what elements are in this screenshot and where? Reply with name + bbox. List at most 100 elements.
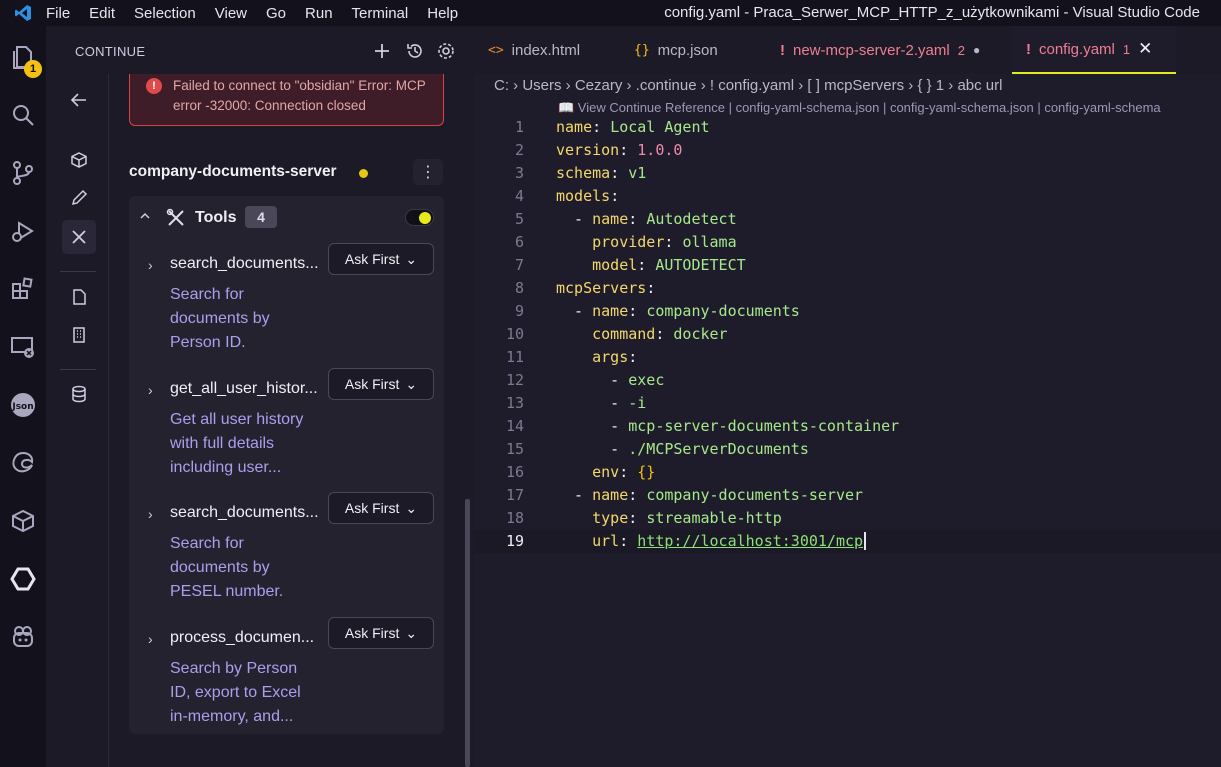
code-line: 7 model: AUTODETECT	[474, 254, 1221, 277]
activity-bar: 1 Json	[0, 26, 46, 767]
collapse-chevron-icon[interactable]	[139, 209, 151, 227]
yaml-value: exec	[628, 371, 665, 389]
line-number: 5	[514, 210, 524, 228]
menu-file[interactable]: File	[46, 5, 70, 22]
ask-first-dropdown[interactable]: Ask First ⌄	[328, 368, 434, 400]
menu-view[interactable]: View	[215, 5, 247, 22]
editor-tabs: <> index.html {} mcp.json ! new-mcp-server-…	[474, 26, 1221, 74]
yaml-key: args	[592, 348, 629, 366]
tool-item[interactable]: › search_documents... Ask First ⌄ Search …	[129, 243, 444, 375]
schema-reference-link[interactable]: 📖 View Continue Reference | config-yaml-…	[558, 100, 1161, 116]
new-session-icon[interactable]	[372, 41, 392, 61]
database-icon[interactable]	[62, 377, 96, 411]
code-line: 17 - name: company-documents-server	[474, 484, 1221, 507]
settings-gear-icon[interactable]	[436, 41, 456, 61]
menu-edit[interactable]: Edit	[89, 5, 115, 22]
yaml-key: command	[592, 325, 656, 343]
search-icon[interactable]	[6, 98, 40, 132]
line-number: 6	[514, 233, 524, 251]
building-icon[interactable]	[62, 318, 96, 352]
tool-item[interactable]: › process_documen... Ask First ⌄ Search b…	[129, 617, 444, 749]
copilot-icon[interactable]	[6, 620, 40, 654]
edge-icon[interactable]	[6, 446, 40, 480]
indent: -	[556, 440, 629, 458]
ask-first-label: Ask First	[344, 251, 400, 267]
models-cube-icon[interactable]	[62, 143, 96, 177]
run-debug-icon[interactable]	[6, 214, 40, 248]
remote-explorer-icon[interactable]	[6, 330, 40, 364]
json-icon[interactable]: Json	[6, 388, 40, 422]
tool-item[interactable]: › get_all_user_histor... Ask First ⌄ Get …	[129, 368, 444, 500]
warning-file-icon: !	[780, 41, 785, 59]
panel-title: CONTINUE	[75, 44, 146, 59]
yaml-value: docker	[673, 325, 728, 343]
document-icon[interactable]	[62, 280, 96, 314]
url-link[interactable]: http://localhost:3001/mcp	[637, 532, 863, 550]
tools-toggle[interactable]	[405, 209, 434, 226]
panel-scrollbar[interactable]	[465, 499, 470, 767]
menu-selection[interactable]: Selection	[134, 5, 196, 22]
yaml-value: AUTODETECT	[655, 256, 746, 274]
continue-panel: CONTINUE ! Failed to connect to "obsidia…	[46, 26, 474, 767]
code-line: 13 - -i	[474, 392, 1221, 415]
tool-item[interactable]: › search_documents... Ask First ⌄ Search …	[129, 492, 444, 624]
menu-terminal[interactable]: Terminal	[352, 5, 409, 22]
tools-wrench-icon[interactable]	[62, 220, 96, 254]
expand-chevron-icon[interactable]: ›	[148, 506, 153, 522]
yaml-value: ollama	[682, 233, 737, 251]
expand-chevron-icon[interactable]: ›	[148, 631, 153, 647]
continue-icon[interactable]	[6, 562, 40, 596]
breadcrumb[interactable]: C: › Users › Cezary › .continue › ! conf…	[494, 77, 1002, 94]
menu-go[interactable]: Go	[266, 5, 286, 22]
code-editor[interactable]: 1 name: Local Agent 2 version: 1.0.0 3 sche…	[474, 116, 1221, 553]
line-number: 3	[514, 164, 524, 182]
code-line: 16 env: {}	[474, 461, 1221, 484]
tool-name: search_documents...	[170, 504, 319, 521]
text-cursor	[864, 532, 867, 550]
ask-first-dropdown[interactable]: Ask First ⌄	[328, 617, 434, 649]
expand-chevron-icon[interactable]: ›	[148, 382, 153, 398]
panel-content: ! Failed to connect to "obsidian" Error:…	[109, 74, 474, 767]
code-line: 3 schema: v1	[474, 162, 1221, 185]
tab-new-mcp-server-2[interactable]: ! new-mcp-server-2.yaml 2 ●	[766, 26, 1012, 74]
history-icon[interactable]	[405, 41, 425, 61]
tab-config-yaml[interactable]: ! config.yaml 1 ✕	[1012, 26, 1176, 74]
extensions-icon[interactable]	[6, 272, 40, 306]
expand-chevron-icon[interactable]: ›	[148, 257, 153, 273]
line-number: 14	[505, 417, 524, 435]
close-icon[interactable]: ✕	[1138, 39, 1152, 59]
ask-first-dropdown[interactable]: Ask First ⌄	[328, 243, 434, 275]
editor-area: <> index.html {} mcp.json ! new-mcp-server-…	[474, 26, 1221, 767]
yaml-value: v1	[628, 164, 647, 182]
yaml-key: type	[592, 509, 629, 527]
line-number: 8	[514, 279, 524, 297]
container-icon[interactable]	[6, 504, 40, 538]
warning-file-icon: !	[1026, 40, 1031, 58]
back-arrow-icon[interactable]	[62, 83, 96, 117]
pencil-icon[interactable]	[62, 181, 96, 215]
tool-name: process_documen...	[170, 629, 315, 646]
source-control-icon[interactable]	[6, 156, 40, 190]
menu-bar: File Edit Selection View Go Run Terminal Help	[46, 5, 477, 22]
yaml-key: schema	[556, 164, 611, 182]
more-options-icon[interactable]: ⋮	[413, 159, 443, 185]
line-number: 1	[514, 118, 524, 136]
tab-index-html[interactable]: <> index.html	[474, 26, 620, 74]
ask-first-label: Ask First	[344, 376, 400, 392]
ask-first-dropdown[interactable]: Ask First ⌄	[328, 492, 434, 524]
tools-header[interactable]: Tools 4	[129, 196, 444, 240]
yaml-value: company-documents	[646, 302, 800, 320]
vscode-logo-icon	[0, 4, 46, 22]
ask-first-label: Ask First	[344, 500, 400, 516]
yaml-key: url	[592, 532, 620, 550]
yaml-value: Autodetect	[646, 210, 737, 228]
unsaved-dot-icon[interactable]: ●	[973, 43, 980, 57]
line-number: 9	[514, 302, 524, 320]
tab-label: new-mcp-server-2.yaml	[793, 41, 950, 59]
menu-help[interactable]: Help	[427, 5, 458, 22]
chevron-down-icon: ⌄	[405, 250, 418, 267]
menu-run[interactable]: Run	[305, 5, 333, 22]
problem-count: 2	[957, 42, 965, 58]
tab-mcp-json[interactable]: {} mcp.json	[620, 26, 766, 74]
